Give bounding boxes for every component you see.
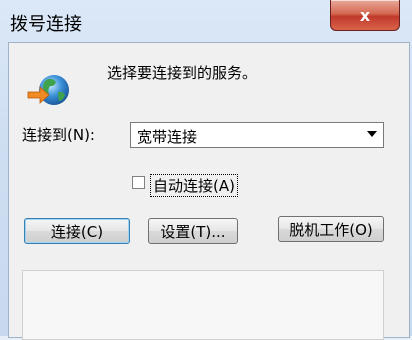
status-panel xyxy=(22,270,384,340)
dialog-window: 拨号连接 x 选择要连接到的服务。 连接到(N): 宽带连接 自动连接(A) 连… xyxy=(0,0,412,340)
close-button[interactable]: x xyxy=(330,0,400,31)
close-icon: x xyxy=(359,5,371,25)
settings-button[interactable]: 设置(T)... xyxy=(148,218,238,244)
chevron-down-icon xyxy=(367,131,377,137)
connect-button[interactable]: 连接(C) xyxy=(24,218,130,244)
connection-select[interactable]: 宽带连接 xyxy=(130,122,384,148)
auto-connect-label[interactable]: 自动连接(A) xyxy=(150,174,238,197)
auto-connect-checkbox[interactable] xyxy=(132,176,145,189)
network-globe-icon xyxy=(27,75,69,105)
connect-to-label: 连接到(N): xyxy=(22,126,95,144)
prompt-text: 选择要连接到的服务。 xyxy=(107,64,258,82)
connection-select-value: 宽带连接 xyxy=(137,128,198,146)
title-bar[interactable]: 拨号连接 x xyxy=(0,0,412,42)
offline-button[interactable]: 脱机工作(O) xyxy=(278,216,384,242)
window-title: 拨号连接 xyxy=(10,14,82,35)
